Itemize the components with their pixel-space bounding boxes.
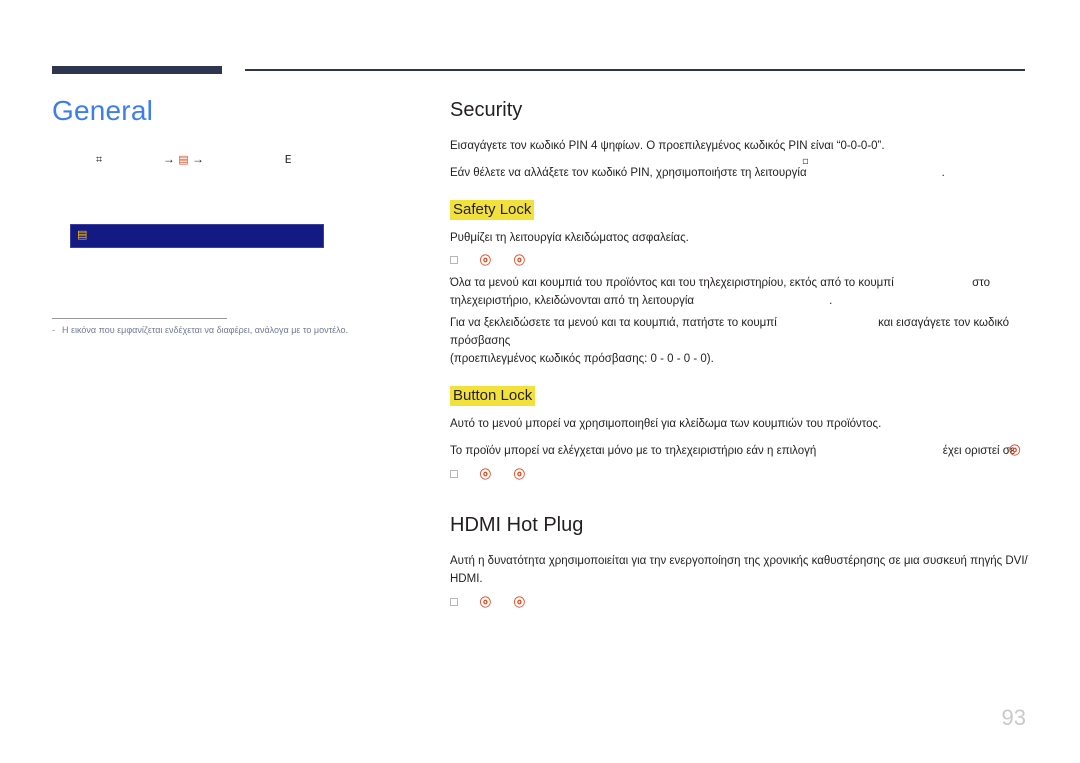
safety-lock-description: Ρυθμίζει τη λειτουργία κλειδώματος ασφαλ… (450, 231, 689, 244)
checkbox-icon[interactable] (450, 597, 458, 606)
header-rule-thick (52, 66, 222, 74)
safety-lock-paragraph-a-part1: Όλα τα μενού και κουμπιά του προϊόντος κ… (450, 277, 894, 290)
option-on-glyph[interactable]: ⓞ (514, 252, 525, 268)
security-heading: Security (450, 99, 523, 121)
hdmi-hot-plug-paragraph-1: Αυτή η δυνατότητα χρησιμοποιείται για τη… (450, 555, 1028, 585)
menu-navigation-path: ⌗ → ▤ → E (96, 152, 396, 170)
option-on-glyph[interactable]: ⓞ (514, 466, 525, 482)
menu-icon-end: E (284, 153, 292, 166)
safety-lock-paragraph-a-trail: . (829, 295, 833, 308)
footnote-text: Η εικόνα που εμφανίζεται ενδέχεται να δι… (62, 325, 349, 335)
button-lock-paragraph-1-part2: έχει οριστεί σε (942, 445, 1015, 458)
page-number: 93 (1001, 705, 1026, 730)
checkbox-icon[interactable] (450, 469, 458, 478)
option-on-glyph[interactable]: ⓞ (514, 594, 525, 610)
security-paragraph-2-trail: . (941, 166, 945, 179)
button-lock-options: ⓞ ⓞ (450, 465, 1030, 482)
hdmi-hot-plug-options: ⓞ ⓞ (450, 593, 1030, 610)
button-lock-paragraph-1: Το προϊόν μπορεί να ελέγχεται μόνο με το… (450, 444, 1021, 458)
security-paragraph-2: Εάν θέλετε να αλλάξετε τον κωδικό PIN, χ… (450, 165, 1030, 183)
header-rule-thin (245, 69, 1025, 71)
button-lock-description: Αυτό το μενού μπορεί να χρησιμοποιηθεί γ… (450, 417, 882, 430)
footnote-divider (52, 318, 227, 319)
footnote: -Η εικόνα που εμφανίζεται ενδέχεται να δ… (52, 324, 452, 337)
hdmi-hot-plug-heading: HDMI Hot Plug (450, 514, 584, 537)
safety-lock-subheading: Safety Lock (450, 199, 535, 220)
safety-lock-paragraph-a: Όλα τα μενού και κουμπιά του προϊόντος κ… (450, 275, 1030, 311)
option-off-glyph[interactable]: ⓞ (480, 466, 491, 482)
osd-menu-bar: ▤ (70, 224, 324, 248)
stray-glyph-mark: ▫ (802, 156, 809, 167)
left-column: General (52, 95, 412, 157)
security-paragraph-1: Εισαγάγετε τον κωδικό PIN 4 ψηφίων. Ο πρ… (450, 140, 885, 152)
option-off-glyph[interactable]: ⓞ (480, 594, 491, 610)
menu-icon-start: ⌗ (96, 153, 103, 166)
security-paragraph-2-text: Εάν θέλετε να αλλάξετε τον κωδικό PIN, χ… (450, 166, 807, 179)
safety-lock-paragraph-b: Για να ξεκλειδώσετε τα μενού και τα κουμ… (450, 315, 1030, 368)
button-lock-paragraph-1-part1: Το προϊόν μπορεί να ελέγχεται μόνο με το… (450, 445, 817, 458)
footnote-dash: - (52, 325, 55, 335)
right-column: Security Εισαγάγετε τον κωδικό PIN 4 ψηφ… (450, 98, 1030, 617)
chapter-title: General (52, 95, 154, 126)
safety-lock-paragraph-b-part3: (προεπιλεγμένος κωδικός πρόσβασης: 0 - 0… (450, 352, 714, 365)
arrow-right-icon-2: → (191, 152, 204, 166)
button-lock-subheading: Button Lock (450, 385, 536, 406)
checkbox-icon[interactable] (450, 256, 458, 265)
safety-lock-options: ⓞ ⓞ (450, 251, 1030, 268)
safety-lock-paragraph-b-part1: Για να ξεκλειδώσετε τα μενού και τα κουμ… (450, 317, 777, 330)
arrow-right-icon-1: → (162, 152, 175, 166)
safety-lock-paragraph-a-part3: τηλεχειριστήριο, κλειδώνονται από τη λει… (450, 295, 695, 308)
safety-lock-paragraph-a-part2: στο (972, 277, 991, 290)
osd-menu-bar-glyph: ▤ (77, 228, 88, 241)
option-off-glyph[interactable]: ⓞ (480, 252, 491, 268)
menu-icon-mid: ▤ (178, 153, 189, 166)
